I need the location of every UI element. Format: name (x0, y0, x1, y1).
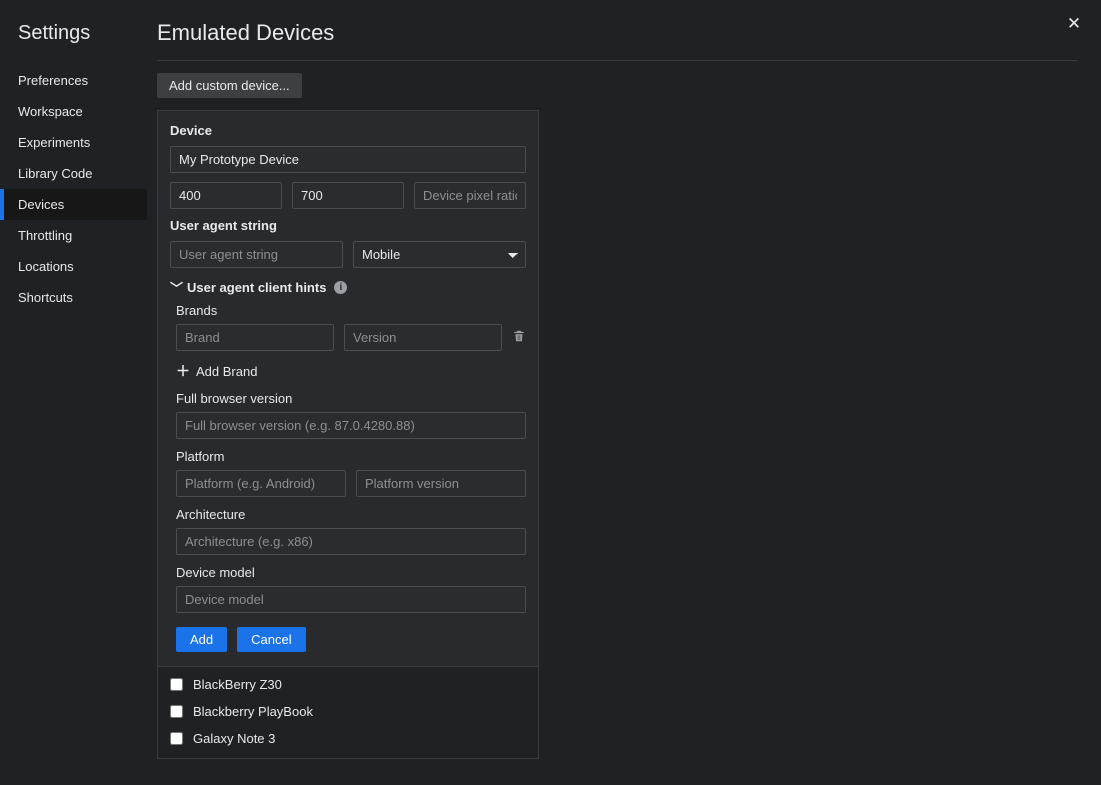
page-title: Emulated Devices (157, 20, 1077, 46)
trash-icon[interactable] (512, 329, 526, 346)
info-icon[interactable]: i (334, 281, 347, 294)
sidebar-item-preferences[interactable]: Preferences (0, 65, 147, 96)
ua-type-select[interactable]: Mobile (353, 241, 526, 268)
add-brand-button[interactable]: ＋ Add Brand (176, 361, 257, 381)
full-browser-label: Full browser version (176, 391, 526, 406)
device-height-input[interactable] (292, 182, 404, 209)
device-section-label: Device (170, 123, 526, 138)
brands-label: Brands (176, 303, 526, 318)
device-dpr-input[interactable] (414, 182, 526, 209)
client-hints-label: User agent client hints (187, 280, 326, 295)
device-checkbox[interactable] (170, 678, 183, 691)
architecture-label: Architecture (176, 507, 526, 522)
device-list-item[interactable]: BlackBerry Z30 (168, 671, 528, 698)
ua-section-label: User agent string (170, 218, 526, 233)
device-name-input[interactable] (170, 146, 526, 173)
device-editor-panel: Device User agent string Mobile ﹀ User (157, 110, 539, 759)
title-divider (157, 60, 1077, 61)
architecture-input[interactable] (176, 528, 526, 555)
plus-icon: ＋ (176, 361, 190, 381)
settings-title: Settings (0, 20, 147, 65)
sidebar-item-experiments[interactable]: Experiments (0, 127, 147, 158)
device-label: Galaxy Note 3 (193, 731, 275, 746)
device-model-label: Device model (176, 565, 526, 580)
platform-version-input[interactable] (356, 470, 526, 497)
device-checkbox[interactable] (170, 732, 183, 745)
device-label: BlackBerry Z30 (193, 677, 282, 692)
client-hints-expander[interactable]: ﹀ User agent client hints i (170, 278, 526, 297)
add-brand-label: Add Brand (196, 364, 257, 379)
device-width-input[interactable] (170, 182, 282, 209)
sidebar-item-throttling[interactable]: Throttling (0, 220, 147, 251)
sidebar-item-shortcuts[interactable]: Shortcuts (0, 282, 147, 313)
device-checkbox[interactable] (170, 705, 183, 718)
platform-label: Platform (176, 449, 526, 464)
device-label: Blackberry PlayBook (193, 704, 313, 719)
brand-version-input[interactable] (344, 324, 502, 351)
sidebar-item-library-code[interactable]: Library Code (0, 158, 147, 189)
device-list-item[interactable]: Galaxy Note 3 (168, 725, 528, 752)
cancel-button[interactable]: Cancel (237, 627, 305, 652)
device-list: BlackBerry Z30 Blackberry PlayBook Galax… (158, 666, 538, 758)
sidebar-item-devices[interactable]: Devices (0, 189, 147, 220)
add-button[interactable]: Add (176, 627, 227, 652)
full-browser-input[interactable] (176, 412, 526, 439)
platform-input[interactable] (176, 470, 346, 497)
close-icon[interactable]: ✕ (1064, 14, 1084, 34)
device-list-item[interactable]: Blackberry PlayBook (168, 698, 528, 725)
add-custom-device-button[interactable]: Add custom device... (157, 73, 302, 98)
sidebar-item-locations[interactable]: Locations (0, 251, 147, 282)
sidebar-item-workspace[interactable]: Workspace (0, 96, 147, 127)
brand-input[interactable] (176, 324, 334, 351)
chevron-down-icon: ﹀ (170, 278, 183, 297)
ua-string-input[interactable] (170, 241, 343, 268)
device-model-input[interactable] (176, 586, 526, 613)
